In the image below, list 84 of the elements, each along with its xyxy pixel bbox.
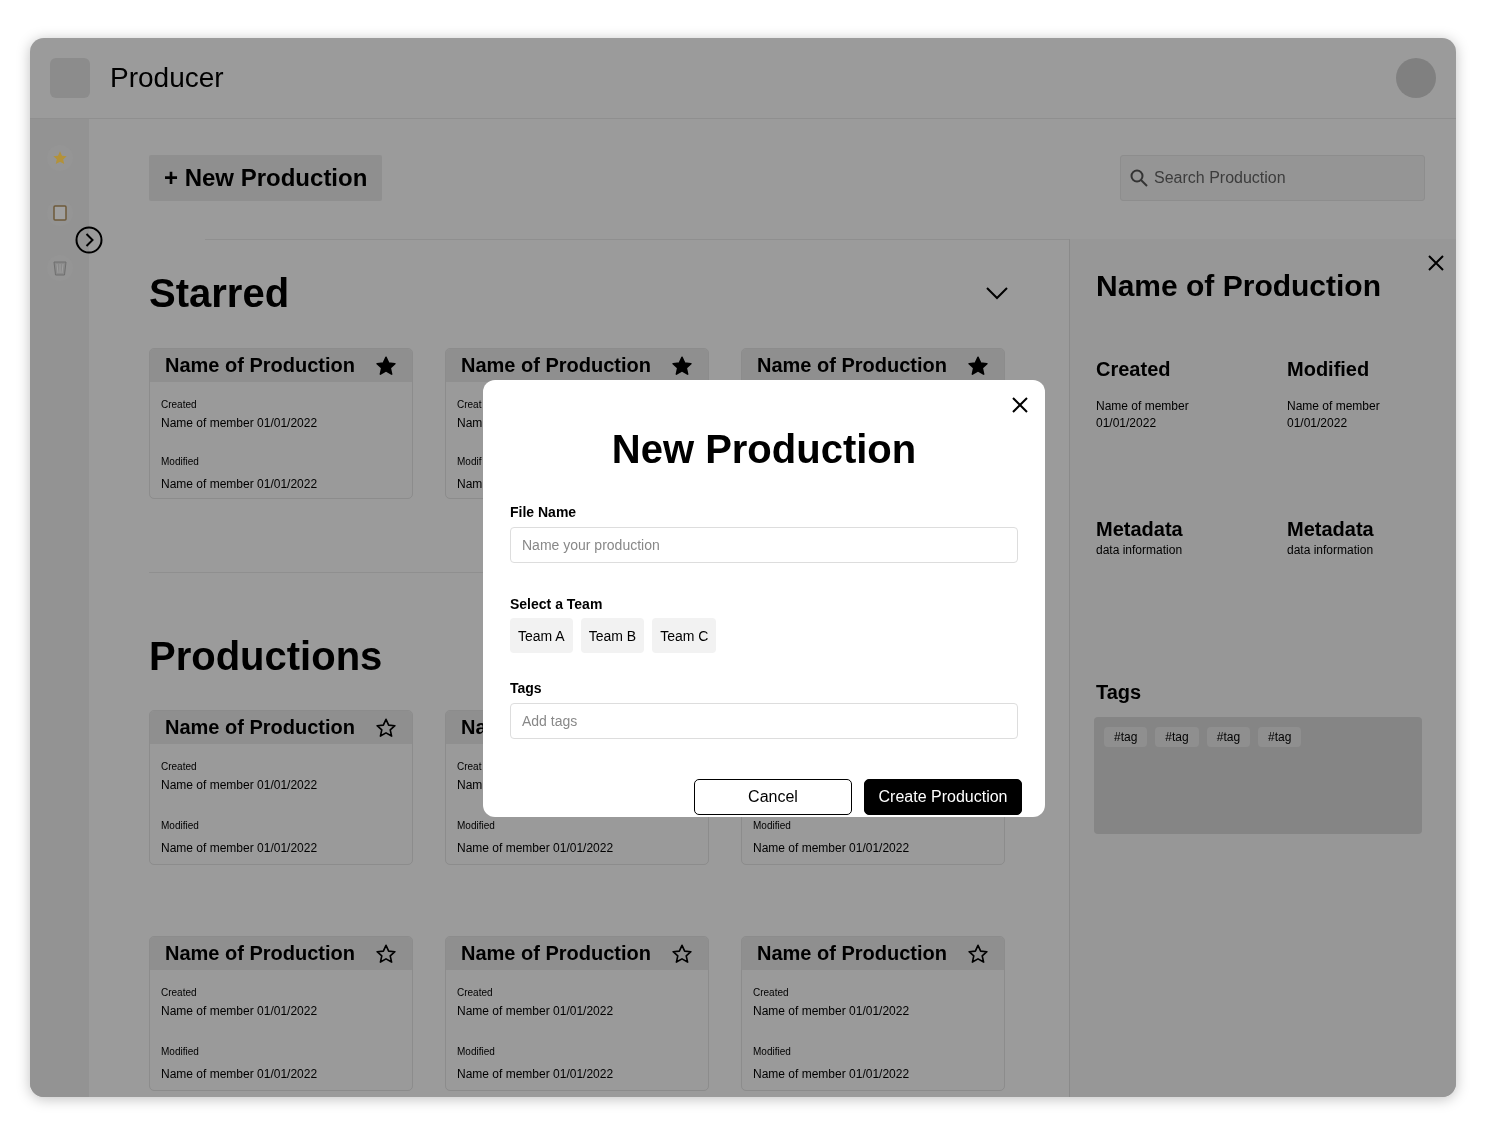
file-name-field[interactable]: Name your production <box>510 527 1018 563</box>
created-value: Name of member 01/01/2022 <box>161 1004 318 1018</box>
created-value: Name of member 01/01/2022 <box>161 778 318 792</box>
modified-label: Modified <box>753 1046 791 1057</box>
modified-value: Name of member 01/01/2022 <box>161 841 318 855</box>
date-text: 01/01/2022 <box>1096 415 1158 432</box>
field-label: File Name <box>510 503 578 521</box>
created-label: Created <box>753 987 789 998</box>
created-value: Nam <box>457 416 483 430</box>
modified-label: Modified <box>161 820 199 831</box>
team-option[interactable]: Team A <box>510 618 573 653</box>
modified-label: Modified <box>161 456 199 467</box>
modified-label: Modified <box>161 1046 199 1057</box>
created-label: Created <box>161 399 197 410</box>
tags-heading: Tags <box>1096 680 1143 705</box>
created-value: Name of member 01/01/2022 <box>161 416 318 430</box>
detail-heading: Metadata <box>1096 517 1184 542</box>
detail-heading: Metadata <box>1287 517 1375 542</box>
card-title: Name of Production <box>757 354 947 377</box>
section-title: Productions <box>149 633 383 679</box>
star-icon[interactable] <box>375 354 397 377</box>
section-title: Starred <box>149 270 290 316</box>
create-production-button[interactable]: Create Production <box>864 779 1022 815</box>
modified-value: Name of member 01/01/2022 <box>753 1067 910 1081</box>
star-icon[interactable] <box>967 942 989 965</box>
created-label: Created <box>161 987 197 998</box>
card-title: Name of Production <box>757 942 947 965</box>
team-option[interactable]: Team C <box>652 618 717 653</box>
star-icon[interactable] <box>671 942 693 965</box>
modified-value: Name of member 01/01/2022 <box>161 1067 318 1081</box>
tag-chip[interactable]: #tag <box>1104 727 1148 747</box>
production-card[interactable]: Name of Production Created Name of member 01/01/2022 Modified Name of member 01/01/2022 <box>445 936 709 1091</box>
card-title: Name of Production <box>461 354 651 377</box>
modified-label: Modif <box>457 456 482 467</box>
modified-value: Name of member 01/01/2022 <box>457 1067 614 1081</box>
created-label: Created <box>161 761 197 772</box>
modified-value: Name of member 01/01/2022 <box>457 841 614 855</box>
star-icon[interactable] <box>671 354 693 377</box>
modified-label: Modified <box>457 1046 495 1057</box>
detail-heading: Modified <box>1287 357 1371 382</box>
modified-label: Modified <box>457 820 495 831</box>
production-card[interactable]: Name of Production Created Name of member 01/01/2022 Modified Name of member 01/01/2022 <box>149 348 413 499</box>
tag-chip[interactable]: #tag <box>1155 727 1199 747</box>
metadata-value: data information <box>1287 542 1375 559</box>
date-text: 01/01/2022 <box>1287 415 1349 432</box>
created-value: Name of member 01/01/2022 <box>457 1004 614 1018</box>
created-label: Creat <box>457 761 482 772</box>
tag-chip[interactable]: #tag <box>1258 727 1302 747</box>
detail-title: Name of Production <box>1096 268 1382 304</box>
app-title: Producer <box>110 62 225 94</box>
created-value: Name of member 01/01/2022 <box>753 1004 910 1018</box>
card-title: Name of Production <box>165 354 355 377</box>
star-icon[interactable] <box>375 716 397 739</box>
close-icon[interactable] <box>1011 396 1029 414</box>
star-icon[interactable] <box>967 354 989 377</box>
production-card[interactable]: Name of Production Created Name of member 01/01/2022 Modified Name of member 01/01/2022 <box>149 710 413 865</box>
created-label: Created <box>457 987 493 998</box>
tags-field[interactable]: Add tags <box>510 703 1018 739</box>
new-production-button[interactable]: + New Production <box>149 155 383 201</box>
dialog-title: New Production <box>610 426 918 473</box>
field-label: Select a Team <box>510 595 604 613</box>
metadata-value: data information <box>1096 542 1184 559</box>
modified-value: Name of member 01/01/2022 <box>161 477 318 491</box>
created-label: Creat <box>457 399 482 410</box>
card-title: Name of Production <box>165 716 355 739</box>
production-card[interactable]: Name of Production Created Name of member 01/01/2022 Modified Name of member 01/01/2022 <box>741 936 1005 1091</box>
created-value: Nam <box>457 778 483 792</box>
detail-heading: Created <box>1096 357 1172 382</box>
search-field[interactable]: Search Production <box>1120 155 1425 201</box>
member-name: Name of member <box>1096 398 1190 415</box>
card-title: Name of Production <box>165 942 355 965</box>
cancel-button[interactable]: Cancel <box>694 779 852 815</box>
field-label: Tags <box>510 679 543 697</box>
modified-label: Modified <box>753 820 791 831</box>
modified-value: Nam <box>457 477 483 491</box>
production-card[interactable]: Name of Production Created Name of member 01/01/2022 Modified Name of member 01/01/2022 <box>149 936 413 1091</box>
star-icon[interactable] <box>375 942 397 965</box>
chevron-circle-icon[interactable] <box>75 226 103 254</box>
modified-value: Name of member 01/01/2022 <box>753 841 910 855</box>
team-option[interactable]: Team B <box>580 618 645 653</box>
close-icon[interactable] <box>1427 254 1445 272</box>
member-name: Name of member <box>1287 398 1381 415</box>
tag-chip[interactable]: #tag <box>1206 727 1251 747</box>
card-title: Name of Production <box>461 942 651 965</box>
